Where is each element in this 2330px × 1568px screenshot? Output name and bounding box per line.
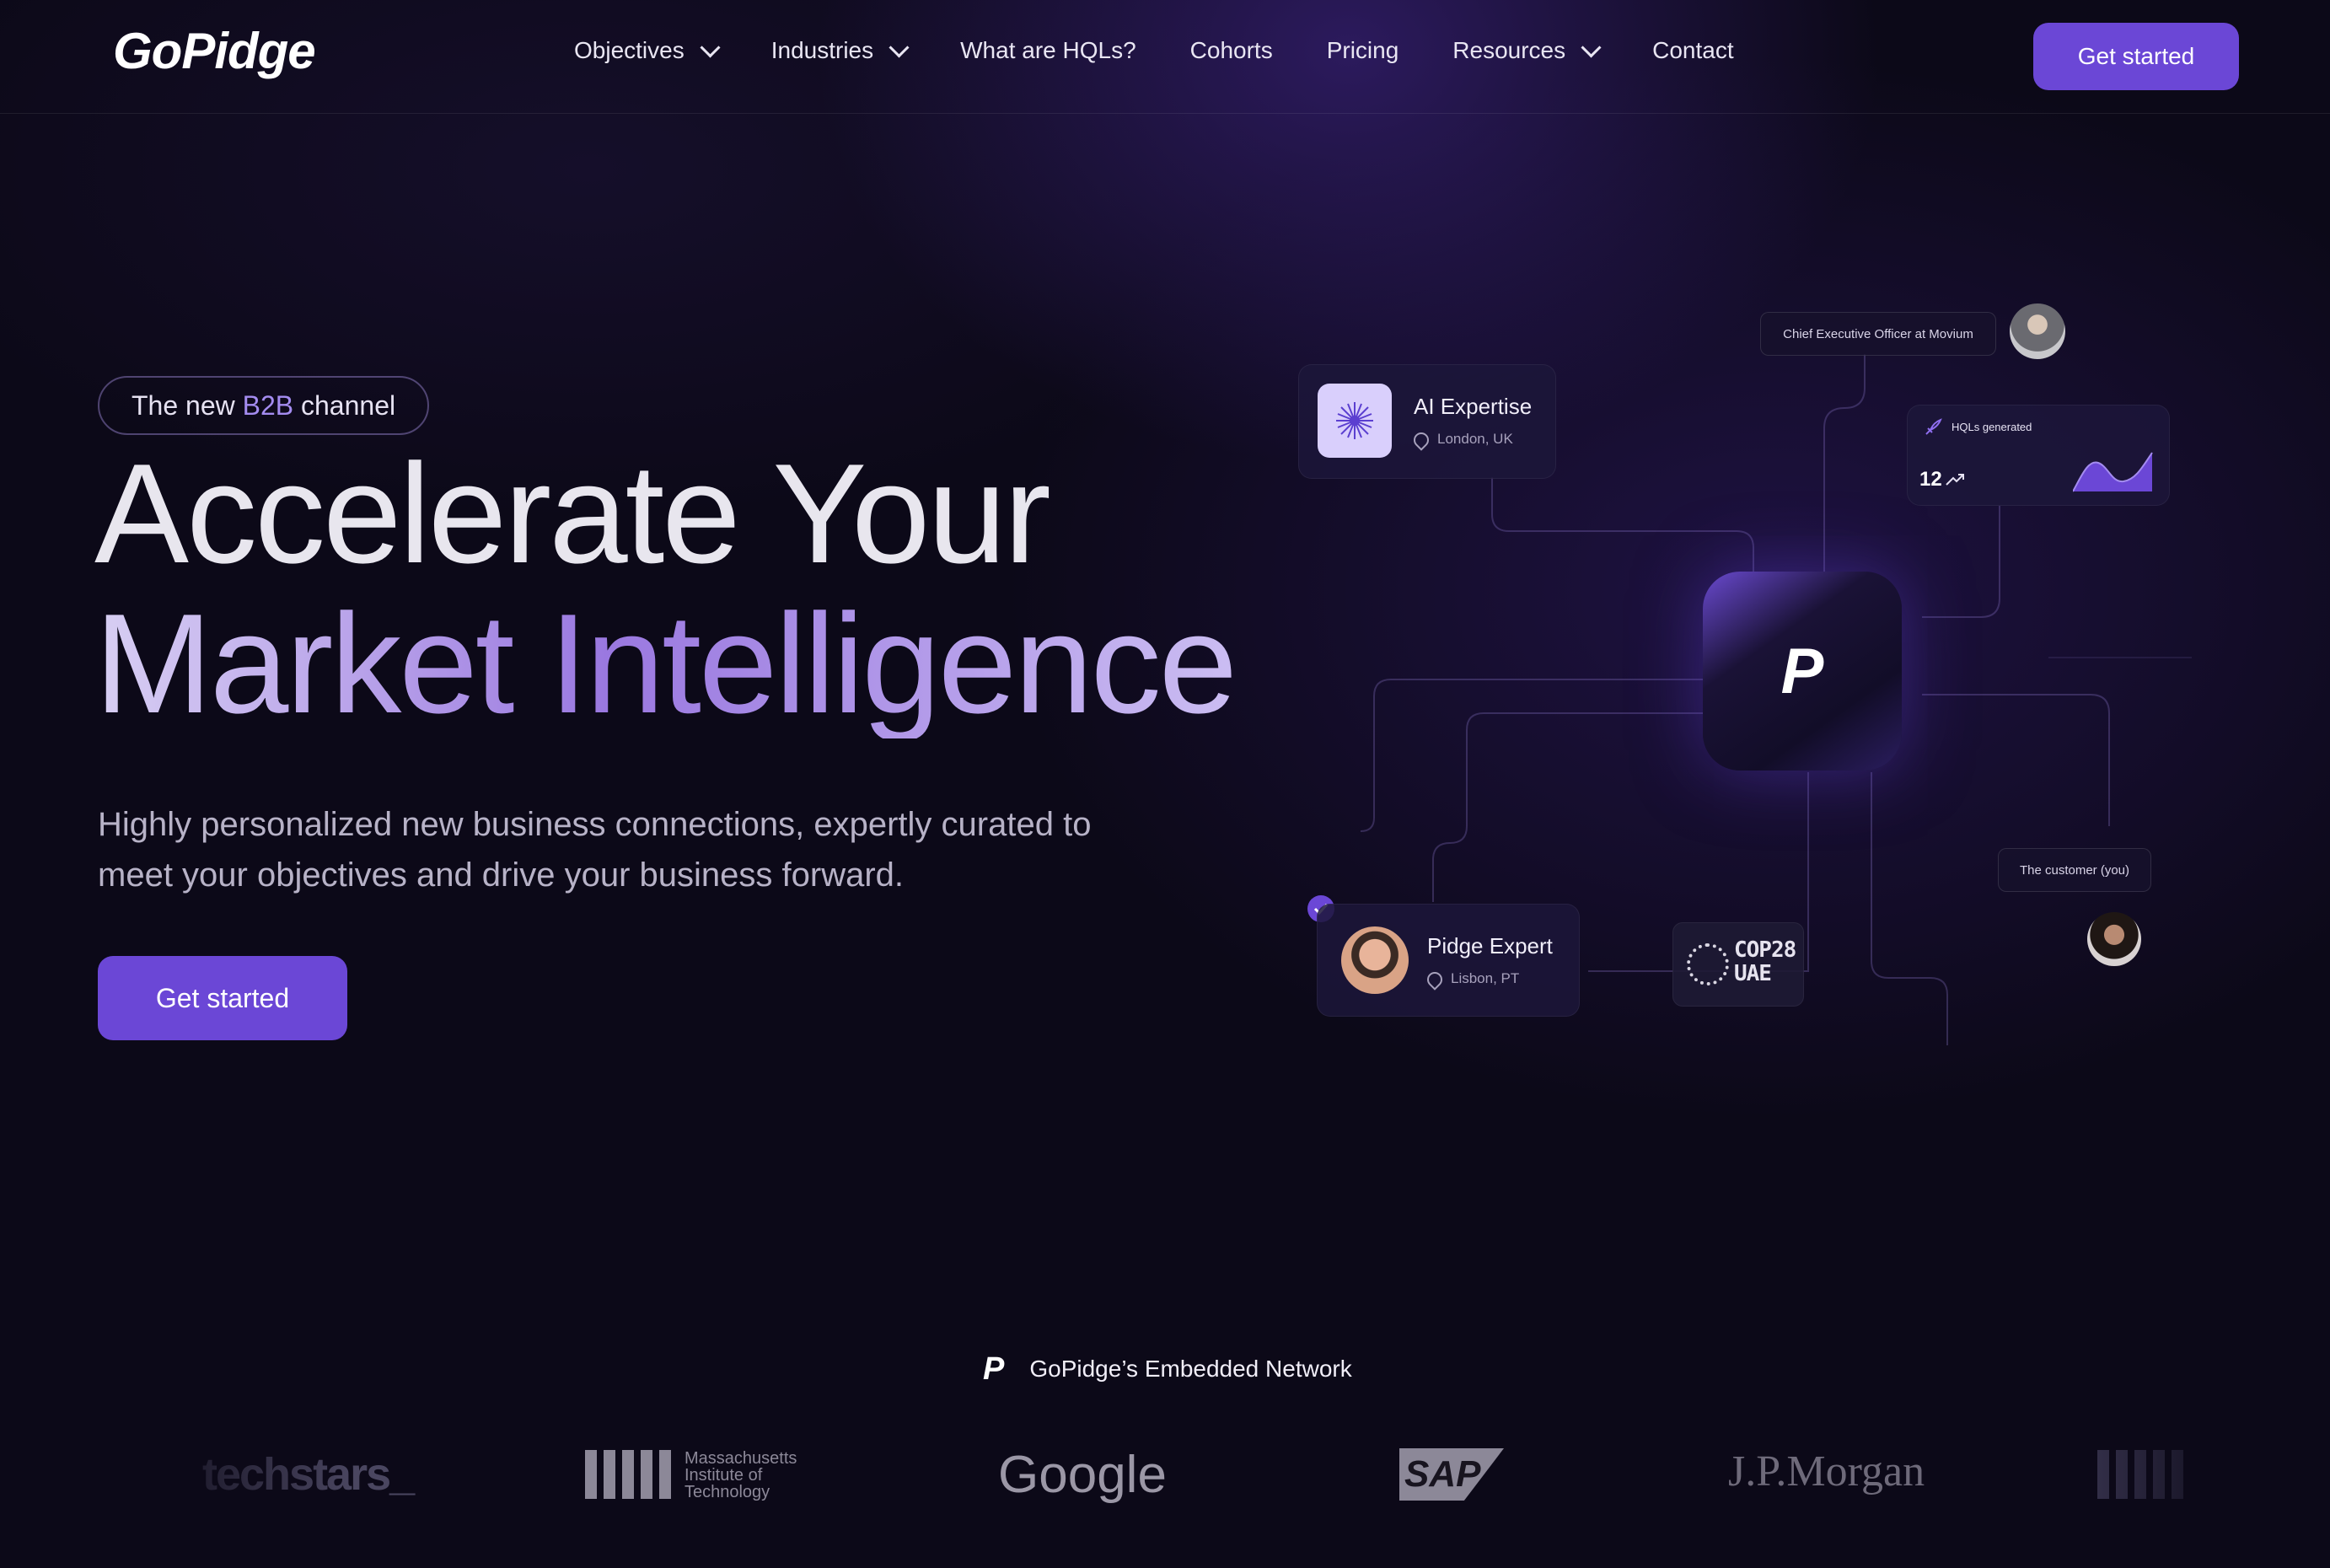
logo-fade-left <box>0 1416 354 1543</box>
location-pin-icon <box>1424 968 1446 991</box>
tag-text-pre: The new <box>132 389 235 421</box>
ai-spark-icon <box>1318 384 1392 458</box>
nav-item-label: Cohorts <box>1189 37 1273 63</box>
hqls-value: 12 <box>1919 468 1942 491</box>
chevron-down-icon <box>889 36 910 58</box>
logo-mark-icon: P <box>1780 635 1824 707</box>
nav-item-label: Resources <box>1452 37 1566 63</box>
sap-logo: SAP <box>1399 1448 1504 1501</box>
hero-headline: Accelerate Your Market Intelligence <box>94 434 1237 743</box>
nav-item-contact[interactable]: Contact <box>1652 37 1734 64</box>
customer-avatar <box>2087 912 2141 966</box>
google-logo: Google <box>998 1446 1167 1504</box>
hero-get-started-button[interactable]: Get started <box>98 956 347 1040</box>
ceo-avatar <box>2010 303 2065 359</box>
embedded-network-heading: P GoPidge’s Embedded Network <box>983 1351 1352 1387</box>
mit-logo-text: Massachusetts Institute of Technology <box>685 1449 797 1501</box>
nav-item-what-are-hqls[interactable]: What are HQLs? <box>960 37 1136 64</box>
tag-text-highlight: B2B <box>242 389 294 421</box>
embedded-network-title: GoPidge’s Embedded Network <box>1029 1356 1352 1382</box>
ai-card-location: London, UK <box>1410 428 1513 451</box>
gopidge-logo[interactable]: GoPidge <box>113 22 316 80</box>
ai-expertise-card: AI Expertise London, UK <box>1298 364 1556 479</box>
sap-logo-text: SAP <box>1404 1453 1481 1495</box>
logo-mark-icon: P <box>983 1351 1005 1387</box>
hqls-generated-card: HQLs generated 12 <box>1907 405 2170 506</box>
pidge-expert-avatar <box>1341 926 1409 994</box>
hero-tag-pill: The new B2B channel <box>98 376 430 435</box>
nav-menu: Objectives Industries What are HQLs? Coh… <box>574 36 1788 64</box>
nav-item-pricing[interactable]: Pricing <box>1327 37 1399 64</box>
ai-card-location-text: London, UK <box>1437 431 1513 447</box>
pidge-expert-card: Pidge Expert Lisbon, PT <box>1317 904 1580 1017</box>
pidge-card-location: Lisbon, PT <box>1424 968 1520 991</box>
nav-item-label: Objectives <box>574 37 685 63</box>
nav-item-label: Contact <box>1652 37 1734 63</box>
nav-item-resources[interactable]: Resources <box>1452 36 1602 64</box>
center-logo-tile: P <box>1703 572 1902 771</box>
nav-item-label: Pricing <box>1326 37 1399 63</box>
cop28-line-2: UAE <box>1734 961 1772 986</box>
pidge-card-title: Pidge Expert <box>1427 933 1553 959</box>
ceo-role-pill: Chief Executive Officer at Movium <box>1760 312 1996 356</box>
cop28-line-1: COP28 <box>1734 937 1796 963</box>
jpmorgan-logo: J.P.Morgan <box>1728 1447 1925 1496</box>
ai-card-title: AI Expertise <box>1414 394 1533 419</box>
sunburst-icon <box>1336 402 1373 439</box>
pidge-card-location-text: Lisbon, PT <box>1451 970 1520 986</box>
chevron-down-icon <box>1581 36 1602 58</box>
nav-item-industries[interactable]: Industries <box>770 36 910 64</box>
nav-item-cohorts[interactable]: Cohorts <box>1190 37 1273 64</box>
headline-line-1: Accelerate Your <box>94 434 1051 593</box>
chevron-down-icon <box>700 36 721 58</box>
cop28-text: COP28 UAE <box>1734 938 1796 985</box>
hero-subtitle: Highly personalized new business connect… <box>98 806 1092 894</box>
nav-item-objectives[interactable]: Objectives <box>574 36 721 64</box>
hqls-label: HQLs generated <box>1952 421 2032 433</box>
logo-fade-right <box>2057 1416 2330 1543</box>
nav-item-label: What are HQLs? <box>960 37 1136 63</box>
hqls-sparkline <box>2073 452 2153 492</box>
headline-line-2: Market Intelligence <box>94 584 1237 743</box>
rocket-icon <box>1925 418 1942 435</box>
customer-pill: The customer (you) <box>1998 848 2151 892</box>
top-navigation: GoPidge Objectives Industries What are H… <box>0 0 2330 114</box>
location-pin-icon <box>1410 428 1432 451</box>
mit-mark-icon <box>585 1450 678 1499</box>
cop28-globe-icon <box>1687 943 1729 985</box>
trend-up-icon <box>1946 474 1964 486</box>
nav-get-started-button[interactable]: Get started <box>2033 23 2239 90</box>
cop28-badge: COP28 UAE <box>1672 922 1804 1007</box>
tag-text-post: channel <box>301 389 396 421</box>
nav-item-label: Industries <box>770 37 874 63</box>
